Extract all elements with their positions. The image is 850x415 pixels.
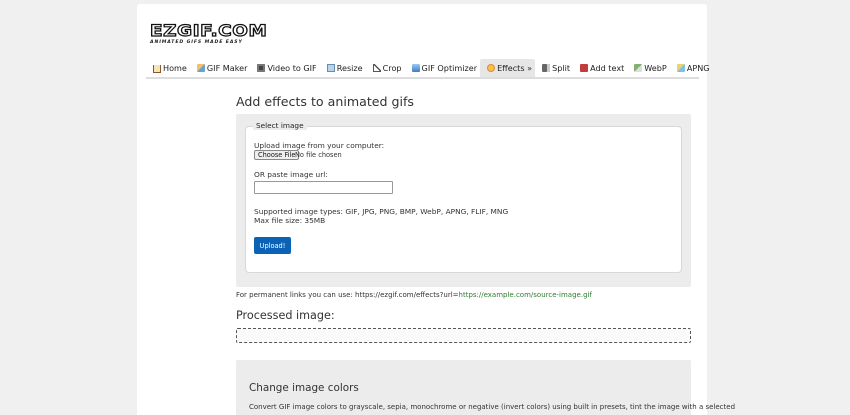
- nav-label: Effects »: [497, 63, 533, 73]
- nav-split[interactable]: Split: [535, 59, 573, 77]
- max-file-size: Max file size: 35MB: [254, 216, 326, 225]
- nav-gif-optimizer[interactable]: GIF Optimizer: [405, 59, 481, 77]
- nav-video-to-gif[interactable]: Video to GIF: [250, 59, 319, 77]
- nav-label: APNG: [686, 63, 710, 73]
- url-label: OR paste image url:: [254, 170, 328, 179]
- nav-label: Home: [163, 63, 187, 73]
- apng-icon: [676, 64, 685, 72]
- choose-file-button[interactable]: Choose File: [254, 150, 300, 160]
- image-url-input[interactable]: [254, 181, 393, 194]
- page-title: Add effects to animated gifs: [236, 94, 414, 109]
- upload-label: Upload image from your computer:: [254, 141, 385, 150]
- main-nav: Home GIF Maker Video to GIF Resize Crop …: [146, 59, 710, 79]
- nav-effects[interactable]: Effects »: [480, 59, 536, 77]
- change-colors-title: Change image colors: [249, 382, 359, 394]
- nav-crop[interactable]: Crop: [366, 59, 405, 77]
- permalink-example-link[interactable]: https://example.com/source-image.gif: [459, 291, 592, 299]
- no-file-text: No file chosen: [295, 151, 342, 159]
- upload-button[interactable]: Upload!: [254, 237, 291, 254]
- nav-add-text[interactable]: Add text: [573, 59, 627, 77]
- ezgif-logo[interactable]: EZGIF.COM ANIMATED GIFS MADE EASY: [149, 22, 267, 45]
- fieldset-legend: Select image: [253, 121, 307, 130]
- nav-label: Add text: [590, 63, 625, 73]
- text-icon: [580, 64, 589, 72]
- supported-types: Supported image types: GIF, JPG, PNG, BM…: [254, 207, 509, 216]
- split-icon: [542, 64, 551, 72]
- nav-label: Crop: [382, 63, 402, 73]
- optimizer-icon: [411, 64, 420, 72]
- permalink-prefix: For permanent links you can use: https:/…: [236, 291, 459, 299]
- processed-image-area: [236, 328, 691, 343]
- effects-icon: [487, 64, 496, 72]
- nav-webp[interactable]: WebP: [627, 59, 670, 77]
- gif-maker-icon: [196, 64, 205, 72]
- change-colors-description: Convert GIF image colors to grayscale, s…: [249, 403, 736, 411]
- nav-label: Resize: [336, 63, 363, 73]
- logo-tagline: ANIMATED GIFS MADE EASY: [150, 40, 243, 45]
- nav-home[interactable]: Home: [146, 59, 190, 77]
- nav-resize[interactable]: Resize: [320, 59, 366, 77]
- logo-text: EZGIF.COM: [149, 21, 268, 40]
- nav-apng[interactable]: APNG: [670, 59, 713, 77]
- nav-label: Split: [552, 63, 571, 73]
- processed-image-title: Processed image:: [236, 309, 335, 322]
- resize-icon: [326, 64, 335, 72]
- permalink-text: For permanent links you can use: https:/…: [236, 291, 592, 299]
- home-icon: [153, 65, 161, 73]
- nav-label: GIF Maker: [206, 63, 248, 73]
- nav-label: GIF Optimizer: [421, 63, 478, 73]
- video-icon: [257, 64, 266, 72]
- nav-gif-maker[interactable]: GIF Maker: [190, 59, 251, 77]
- webp-icon: [634, 64, 643, 72]
- nav-label: WebP: [644, 63, 667, 73]
- crop-icon: [372, 64, 381, 72]
- nav-label: Video to GIF: [267, 63, 317, 73]
